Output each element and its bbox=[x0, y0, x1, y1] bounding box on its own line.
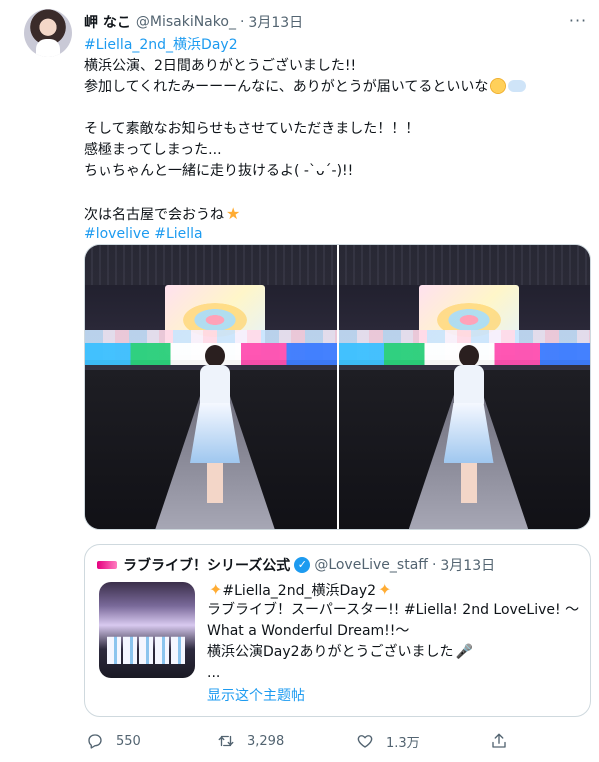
reply-icon bbox=[88, 734, 102, 749]
quote-line: 横浜公演Day2ありがとうございました 🎤 bbox=[207, 642, 587, 663]
text-line: そして素敵なお知らせもさせていただきました！！！ bbox=[84, 121, 420, 137]
heart-icon bbox=[357, 735, 373, 748]
text-line: 感極まってしまった... bbox=[84, 142, 222, 158]
quote-text: ✦#Liella_2nd_横浜Day2 ✦ ラブライブ！スーパースター!! #Li… bbox=[207, 579, 587, 707]
retweet-button[interactable]: 3,298 bbox=[217, 729, 284, 753]
retweet-icon bbox=[218, 735, 234, 747]
avatar[interactable] bbox=[24, 9, 72, 57]
reply-count: 550 bbox=[116, 733, 141, 749]
quote-author-handle[interactable]: @LoveLive_staff bbox=[314, 557, 428, 573]
text-line: 横浜公演、2日間ありがとうございました!! bbox=[84, 58, 357, 74]
quote-line-text: 横浜公演Day2ありがとうございました bbox=[207, 644, 454, 660]
author-handle[interactable]: @MisakiNako_ bbox=[136, 14, 236, 30]
hashtag-link[interactable]: #Liella_2nd_横浜Day2 bbox=[84, 35, 584, 56]
text-line: 参加してくれたみーーーんなに、ありがとうが届いてるといいな bbox=[84, 79, 489, 95]
group-figures bbox=[107, 636, 187, 664]
lovelive-logo-icon bbox=[97, 561, 117, 569]
tweet-header: 岬 なこ @MisakiNako_ · 3月13日 bbox=[84, 12, 303, 32]
relieved-face-icon bbox=[490, 78, 507, 94]
text-line-with-emoji: 参加してくれたみーーーんなに、ありがとうが届いてるといいな bbox=[84, 77, 584, 98]
text-line-with-emoji: 次は名古屋で会おうね ★ bbox=[84, 203, 584, 224]
photo-front-pose[interactable] bbox=[85, 245, 337, 529]
more-options-icon[interactable]: ··· bbox=[566, 12, 590, 32]
author-name[interactable]: 岬 なこ bbox=[84, 12, 131, 32]
performer-figure bbox=[439, 345, 499, 515]
stage-truss bbox=[85, 245, 337, 285]
separator-dot: · bbox=[239, 14, 245, 30]
microphone-icon: 🎤 bbox=[455, 644, 473, 660]
performer-figure bbox=[185, 345, 245, 515]
sparkle-icon: ✦ bbox=[378, 580, 392, 599]
quote-thumbnail[interactable] bbox=[99, 582, 195, 678]
verified-badge-icon: ✓ bbox=[294, 557, 311, 573]
text-line: ちぃちゃんと一緒に走り抜けるよ( -`ᴗ´-)!! bbox=[84, 163, 354, 179]
sparkle-icon: ✦ bbox=[209, 580, 223, 599]
show-thread-link[interactable]: 显示这个主题帖 bbox=[207, 686, 587, 707]
photo-back-pose[interactable] bbox=[338, 245, 590, 529]
like-count: 1.3万 bbox=[386, 735, 420, 751]
tweet-date[interactable]: 3月13日 bbox=[248, 12, 303, 32]
stage-truss bbox=[338, 245, 590, 285]
quote-line: ✦#Liella_2nd_横浜Day2 ✦ bbox=[207, 579, 587, 600]
quote-line: ラブライブ！スーパースター!! #Liella! 2nd LoveLive! ～ bbox=[207, 602, 580, 618]
quote-hashtag: #Liella_2nd_横浜Day2 bbox=[222, 583, 377, 599]
media-grid bbox=[84, 244, 591, 530]
quote-line: What a Wonderful Dream!!～ bbox=[207, 623, 410, 639]
reply-button[interactable]: 550 bbox=[86, 729, 141, 753]
hashtag-links[interactable]: #lovelive #Liella bbox=[84, 224, 584, 245]
quote-header: ラブライブ！シリーズ公式 ✓ @LoveLive_staff · 3月13日 bbox=[97, 555, 495, 575]
separator-dot: · bbox=[431, 557, 437, 573]
thought-balloon-icon bbox=[508, 80, 527, 92]
retweet-count: 3,298 bbox=[247, 733, 285, 749]
quote-ellipsis: ... bbox=[207, 665, 221, 681]
share-button[interactable] bbox=[490, 729, 508, 753]
like-button[interactable]: 1.3万 bbox=[356, 729, 420, 753]
tweet-card[interactable]: 岬 なこ @MisakiNako_ · 3月13日 ··· #Liella_2n… bbox=[0, 0, 599, 762]
share-icon bbox=[492, 733, 506, 748]
text-line: 次は名古屋で会おうね bbox=[84, 207, 224, 223]
tweet-text: #Liella_2nd_横浜Day2 横浜公演、2日間ありがとうございました!!… bbox=[84, 35, 584, 245]
quote-date[interactable]: 3月13日 bbox=[440, 555, 495, 575]
quote-author-name[interactable]: ラブライブ！シリーズ公式 bbox=[123, 555, 290, 575]
quoted-tweet[interactable]: ラブライブ！シリーズ公式 ✓ @LoveLive_staff · 3月13日 ✦… bbox=[84, 544, 591, 717]
tweet-actions: 550 3,298 1.3万 bbox=[84, 729, 591, 753]
star-icon: ★ bbox=[226, 204, 241, 223]
